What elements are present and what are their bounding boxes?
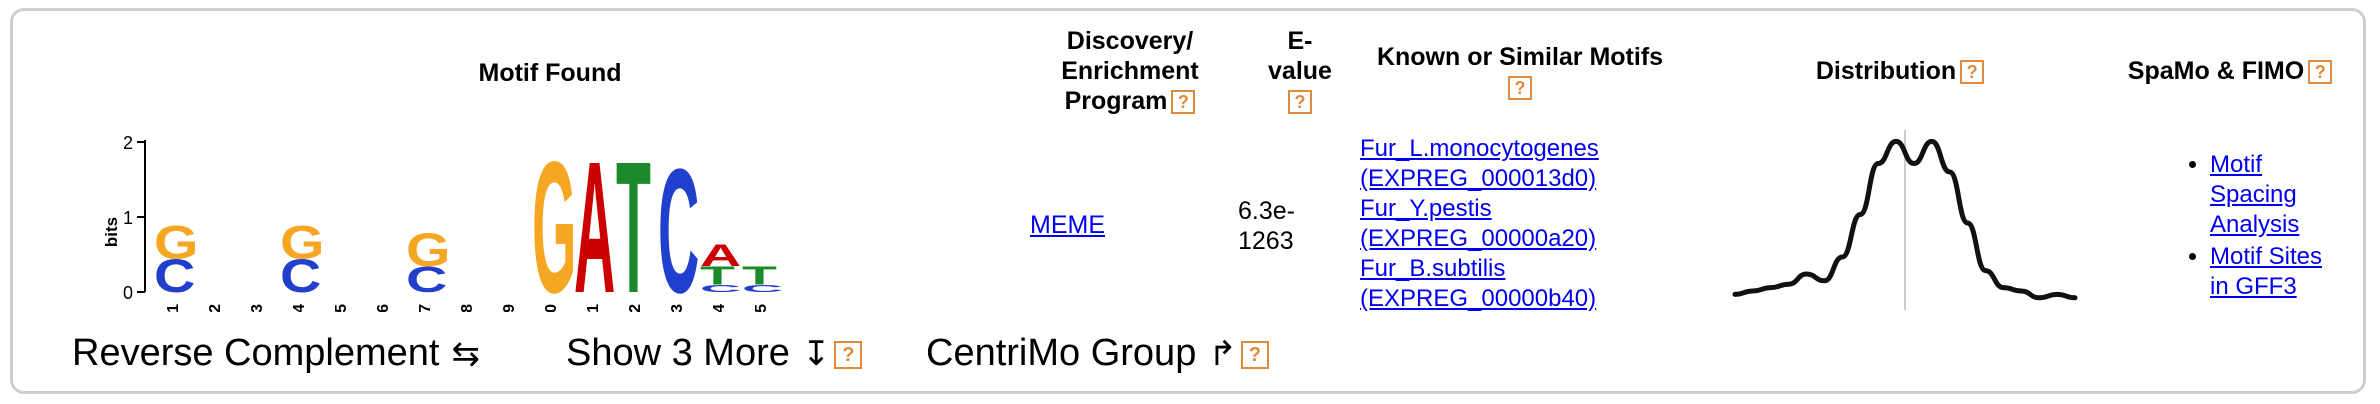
- logo-position-label: 10: [543, 304, 560, 312]
- header-program-line1: Discovery/: [1066, 27, 1194, 55]
- logo-position-label: 8: [459, 304, 476, 312]
- help-icon[interactable]: ?: [1171, 90, 1196, 115]
- swap-arrows-icon: ⇆: [451, 335, 480, 373]
- meme-link[interactable]: MEME: [1030, 211, 1105, 239]
- logo-letters: CGCGCG GA T C CTACT: [154, 132, 783, 312]
- y-tick-label: 1: [123, 208, 133, 228]
- help-icon[interactable]: ?: [834, 340, 863, 369]
- logo-letter: T: [616, 132, 651, 312]
- header-evalue: E- value ?: [1250, 26, 1350, 116]
- header-evalue-line2: value: [1268, 57, 1332, 85]
- spamo-link-line: Analysis: [2210, 211, 2300, 238]
- known-motifs-list: Fur_L.monocytogenes (EXPREG_000013d0) Fu…: [1360, 134, 1660, 314]
- logo-position-label: 9: [501, 304, 518, 312]
- logo-position-label: 2: [207, 304, 224, 312]
- logo-position-label: 1: [165, 304, 182, 312]
- spamo-fimo-list: Motif Spacing Analysis Motif Sites in GF…: [2170, 150, 2322, 304]
- header-motif-found-label: Motif Found: [478, 59, 622, 87]
- show-more-button[interactable]: Show 3 More ↧?: [566, 330, 863, 377]
- fimo-link-line: in GFF3: [2210, 273, 2297, 300]
- help-icon[interactable]: ?: [1960, 60, 1985, 85]
- known-motif-id: (EXPREG_00000b40): [1360, 285, 1597, 312]
- header-distribution: Distribution?: [1790, 56, 2010, 86]
- logo-position-label: 3: [249, 304, 266, 312]
- spamo-link-line: Spacing: [2210, 181, 2297, 208]
- y-axis-label: bits: [102, 217, 121, 247]
- logo-y-axis: 2 1 0 bits: [102, 133, 146, 303]
- motif-sites-gff3-link[interactable]: Motif Sites in GFF3: [2210, 242, 2322, 302]
- logo-position-label: 13: [669, 304, 686, 312]
- header-distribution-label: Distribution: [1815, 57, 1957, 85]
- help-icon[interactable]: ?: [1288, 90, 1312, 115]
- header-known-motifs: Known or Similar Motifs ?: [1350, 42, 1690, 102]
- logo-letter: T: [742, 262, 777, 291]
- centrimo-group-button[interactable]: CentriMo Group ↱?: [926, 330, 1269, 377]
- header-known-motifs-help: ?: [1350, 72, 1690, 102]
- header-evalue-help: ?: [1250, 86, 1350, 116]
- logo-letter: G: [154, 217, 198, 269]
- known-motif-name: Fur_L.monocytogenes: [1360, 135, 1599, 162]
- logo-position-label: 4: [291, 304, 308, 312]
- header-spamo-fimo: SpaMo & FIMO?: [2110, 56, 2350, 86]
- help-icon[interactable]: ?: [1240, 340, 1269, 369]
- logo-letter: A: [574, 132, 615, 312]
- branch-arrow-icon: ↱: [1208, 335, 1237, 373]
- sequence-logo: 2 1 0 bits CGCGCGGATCCTACT 1234567891011…: [102, 132, 783, 312]
- logo-letter: G: [406, 224, 450, 276]
- expand-down-icon: ↧: [801, 335, 831, 373]
- evalue-line2: 1263: [1238, 227, 1294, 255]
- help-icon[interactable]: ?: [2308, 60, 2333, 85]
- reverse-complement-label: Reverse Complement: [72, 332, 440, 374]
- logo-letter: A: [700, 237, 741, 272]
- logo-position-label: 14: [711, 304, 728, 312]
- header-evalue-line1: E-: [1287, 27, 1313, 55]
- known-motif-link[interactable]: Fur_L.monocytogenes (EXPREG_000013d0): [1360, 134, 1660, 194]
- distribution-plot[interactable]: [1725, 130, 2085, 320]
- header-motif-found: Motif Found: [440, 58, 660, 88]
- logo-position-label: 15: [753, 304, 770, 312]
- known-motif-link[interactable]: Fur_Y.pestis (EXPREG_00000a20): [1360, 194, 1660, 254]
- fimo-item: Motif Sites in GFF3: [2210, 242, 2322, 302]
- centrimo-group-label: CentriMo Group: [926, 332, 1197, 374]
- logo-position-label: 5: [333, 304, 350, 312]
- logo-position-label: 6: [375, 304, 392, 312]
- logo-position-label: 11: [585, 304, 602, 312]
- header-spamo-fimo-label: SpaMo & FIMO: [2127, 57, 2305, 85]
- known-motif-name: Fur_Y.pestis: [1360, 195, 1492, 222]
- header-known-motifs-label: Known or Similar Motifs: [1376, 43, 1664, 71]
- logo-letter: G: [532, 132, 576, 312]
- show-more-label: Show 3 More: [566, 332, 790, 374]
- logo-position-label: 12: [627, 304, 644, 312]
- spamo-link-line: Motif: [2210, 151, 2263, 178]
- reverse-complement-button[interactable]: Reverse Complement ⇆: [72, 330, 480, 377]
- known-motif-id: (EXPREG_00000a20): [1360, 225, 1597, 252]
- y-tick-label: 0: [123, 283, 133, 303]
- help-icon[interactable]: ?: [1508, 76, 1532, 101]
- evalue-cell: 6.3e- 1263: [1238, 196, 1295, 256]
- logo-position-label: 7: [417, 304, 434, 312]
- spamo-item: Motif Spacing Analysis: [2210, 150, 2322, 240]
- known-motif-id: (EXPREG_000013d0): [1360, 165, 1597, 192]
- fimo-link-line: Motif Sites: [2210, 243, 2323, 270]
- evalue-line1: 6.3e-: [1238, 197, 1295, 225]
- header-program-label: Program: [1064, 87, 1168, 115]
- logo-x-ticks: 123456789101112131415: [165, 304, 770, 312]
- logo-letter: G: [280, 217, 324, 269]
- header-program: Discovery/ Enrichment Program?: [1020, 26, 1240, 116]
- y-tick-label: 2: [123, 133, 133, 153]
- known-motif-link[interactable]: Fur_B.subtilis (EXPREG_00000b40): [1360, 254, 1660, 314]
- motif-spacing-analysis-link[interactable]: Motif Spacing Analysis: [2210, 150, 2322, 240]
- header-program-line2: Enrichment: [1061, 57, 1199, 85]
- program-cell: MEME: [1030, 210, 1105, 240]
- header-program-line3: Program?: [1020, 86, 1240, 116]
- known-motif-name: Fur_B.subtilis: [1360, 255, 1506, 282]
- logo-letter: C: [658, 132, 699, 312]
